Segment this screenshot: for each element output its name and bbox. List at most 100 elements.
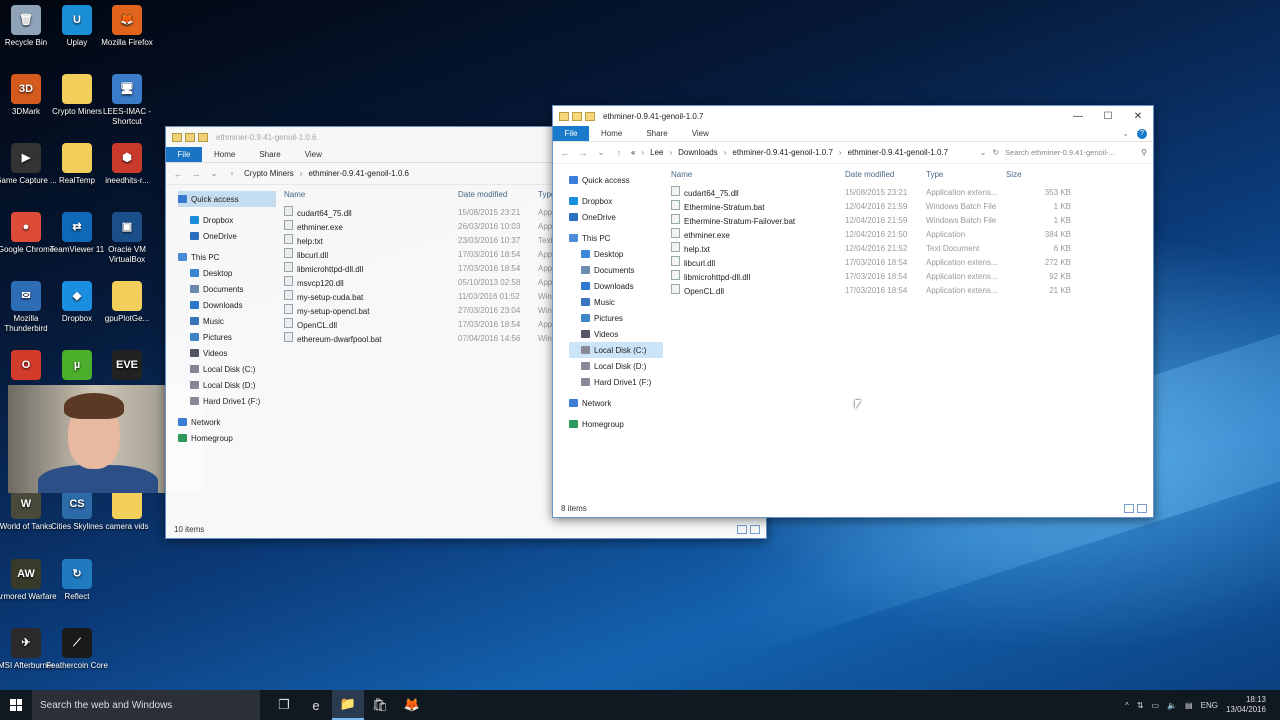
column-header[interactable]: Date modified xyxy=(458,190,538,199)
back-arrow-icon[interactable]: ← xyxy=(172,169,184,179)
column-header[interactable]: Name xyxy=(671,170,845,179)
file-tab[interactable]: File xyxy=(166,147,202,162)
forward-arrow-icon[interactable]: → xyxy=(190,169,202,179)
search-input[interactable]: Search ethminer-0.9.41-genoil-... xyxy=(1005,148,1135,157)
quick-access-toolbar[interactable] xyxy=(559,111,595,121)
file-row[interactable]: ethminer.exe 12/04/2016 21:50 Application 3… xyxy=(671,227,1149,241)
file-explorer-icon[interactable]: 📁 xyxy=(332,690,364,720)
nav-item[interactable]: OneDrive xyxy=(569,209,663,225)
column-header[interactable]: Name xyxy=(284,190,458,199)
desktop-icon[interactable]: ↻ Reflect xyxy=(45,559,109,602)
file-row[interactable]: libmicrohttpd-dll.dll 17/03/2016 18:54 App… xyxy=(671,269,1149,283)
nav-item[interactable]: Desktop xyxy=(569,246,663,262)
nav-item[interactable]: Documents xyxy=(178,281,276,297)
file-row[interactable]: Ethermine-Stratum.bat 12/04/2016 21:59 Win… xyxy=(671,199,1149,213)
nav-item[interactable]: Local Disk (D:) xyxy=(569,358,663,374)
breadcrumb-separator-icon[interactable]: › xyxy=(669,148,672,157)
breadcrumb-item[interactable]: ethminer-0.9.41-genoil-1.0.7 xyxy=(732,148,833,157)
tab-home[interactable]: Home xyxy=(589,126,634,141)
quick-access-toolbar[interactable] xyxy=(172,132,208,142)
nav-item[interactable]: Dropbox xyxy=(178,212,276,228)
breadcrumb-item[interactable]: ethminer-0.9.41-genoil-1.0.7 xyxy=(848,148,949,157)
breadcrumb-separator-icon[interactable]: › xyxy=(839,148,842,157)
tab-view[interactable]: View xyxy=(680,126,721,141)
desktop-icon[interactable]: 🦊 Mozilla Firefox xyxy=(95,5,159,48)
taskbar-search-box[interactable]: Search the web and Windows xyxy=(32,690,260,720)
help-icon[interactable]: ? xyxy=(1137,128,1147,139)
column-header[interactable]: Size xyxy=(1006,170,1091,179)
tab-share[interactable]: Share xyxy=(634,126,679,141)
view-toggle[interactable] xyxy=(737,525,760,534)
breadcrumb-separator-icon[interactable]: › xyxy=(641,148,644,157)
nav-item[interactable]: Music xyxy=(569,294,663,310)
tab-home[interactable]: Home xyxy=(202,147,247,162)
navigation-pane[interactable]: Quick access Dropbox OneDrive This PC Deskto… xyxy=(166,191,276,446)
nav-item[interactable]: This PC xyxy=(569,230,663,246)
firefox-icon[interactable]: 🦊 xyxy=(396,690,428,720)
file-row[interactable]: OpenCL.dll 17/03/2016 18:54 Application ex… xyxy=(671,283,1149,297)
forward-arrow-icon[interactable]: → xyxy=(577,148,589,158)
nav-item[interactable]: Homegroup xyxy=(569,416,663,432)
recent-chevron-icon[interactable]: ⌄ xyxy=(595,147,607,158)
breadcrumb-item[interactable]: Lee xyxy=(650,148,663,157)
nav-item[interactable]: This PC xyxy=(178,249,276,265)
clock[interactable]: 18:13 13/04/2016 xyxy=(1226,695,1266,715)
action-center-icon[interactable]: ▤ xyxy=(1185,701,1193,710)
ribbon-tabs[interactable]: File Home Share View ⌄ ? xyxy=(553,126,1153,142)
breadcrumb-item[interactable]: Crypto Miners xyxy=(244,169,294,178)
desktop-icon[interactable]: 🖥 LEES-IMAC - Shortcut xyxy=(95,74,159,127)
file-tab[interactable]: File xyxy=(553,126,589,141)
desktop-icon[interactable]: EVE xyxy=(95,350,159,383)
column-header[interactable]: Date modified xyxy=(845,170,926,179)
language-indicator[interactable]: ENG xyxy=(1201,701,1218,710)
recent-chevron-icon[interactable]: ⌄ xyxy=(208,168,220,179)
file-row[interactable]: Ethermine-Stratum-Failover.bat 12/04/2016… xyxy=(671,213,1149,227)
breadcrumb-separator-icon[interactable]: › xyxy=(724,148,727,157)
nav-item[interactable]: Local Disk (C:) xyxy=(569,342,663,358)
file-row[interactable]: cudart64_75.dll 15/08/2015 23:21 Applicati… xyxy=(671,185,1149,199)
nav-item[interactable]: OneDrive xyxy=(178,228,276,244)
nav-item[interactable]: Local Disk (C:) xyxy=(178,361,276,377)
address-dropdown-icon[interactable]: ⌄ xyxy=(980,148,987,157)
file-row[interactable]: libcurl.dll 17/03/2016 18:54 Application e… xyxy=(671,255,1149,269)
view-toggle[interactable] xyxy=(1124,504,1147,513)
breadcrumb-separator-icon[interactable]: › xyxy=(300,169,303,178)
network-tray-icon[interactable]: ⇅ xyxy=(1137,701,1144,710)
volume-tray-icon[interactable]: 🔈 xyxy=(1167,701,1177,710)
nav-item[interactable]: Documents xyxy=(569,262,663,278)
nav-item[interactable]: Desktop xyxy=(178,265,276,281)
show-hidden-icons-chevron-icon[interactable]: ^ xyxy=(1125,701,1129,710)
task-view-icon[interactable]: ❐ xyxy=(268,690,300,720)
explorer-window-front[interactable]: ethminer-0.9.41-genoil-1.0.7 — ☐ ✕ File … xyxy=(552,105,1154,518)
nav-item[interactable]: Local Disk (D:) xyxy=(178,377,276,393)
close-icon[interactable]: ✕ xyxy=(1123,111,1153,122)
nav-item[interactable]: Network xyxy=(178,414,276,430)
edge-icon[interactable]: e xyxy=(300,690,332,720)
refresh-icon[interactable]: ↻ xyxy=(992,148,999,157)
column-headers[interactable]: Name Date modified Type Size xyxy=(671,167,1149,181)
battery-tray-icon[interactable]: ▭ xyxy=(1152,701,1160,710)
nav-item[interactable]: Downloads xyxy=(569,278,663,294)
nav-item[interactable]: Music xyxy=(178,313,276,329)
nav-item[interactable]: Network xyxy=(569,395,663,411)
system-tray[interactable]: ^ ⇅ ▭ 🔈 ▤ ENG 18:13 13/04/2016 xyxy=(1125,695,1280,715)
nav-item[interactable]: Videos xyxy=(178,345,276,361)
nav-item[interactable]: Videos xyxy=(569,326,663,342)
file-list[interactable]: Name Date modified Type Size cudart64_75.dll… xyxy=(671,167,1149,297)
store-icon[interactable]: 🛍 xyxy=(364,690,396,720)
up-arrow-icon[interactable]: ↑ xyxy=(613,148,625,158)
desktop-icon[interactable]: ▣ Oracle VM VirtualBox xyxy=(95,212,159,265)
title-bar[interactable]: ethminer-0.9.41-genoil-1.0.7 — ☐ ✕ xyxy=(553,106,1153,126)
start-button[interactable] xyxy=(0,690,32,720)
maximize-icon[interactable]: ☐ xyxy=(1093,111,1123,122)
breadcrumb-item[interactable]: « xyxy=(631,148,635,157)
tab-view[interactable]: View xyxy=(293,147,334,162)
nav-item[interactable]: Hard Drive1 (F:) xyxy=(569,374,663,390)
breadcrumb[interactable]: « › Lee › Downloads › ethminer-0.9.41-genoil-1… xyxy=(631,148,974,157)
navigation-pane[interactable]: Quick access Dropbox OneDrive This PC Deskto… xyxy=(553,172,663,432)
up-arrow-icon[interactable]: ↑ xyxy=(226,169,238,179)
minimize-icon[interactable]: — xyxy=(1063,111,1093,122)
desktop-icon[interactable]: gpuPlotGe... xyxy=(95,281,159,324)
desktop-icon[interactable]: ⟋ Feathercoin Core xyxy=(45,628,109,671)
address-bar[interactable]: ← → ⌄ ↑ « › Lee › Downloads › ethminer-0.9.41-… xyxy=(553,142,1153,164)
